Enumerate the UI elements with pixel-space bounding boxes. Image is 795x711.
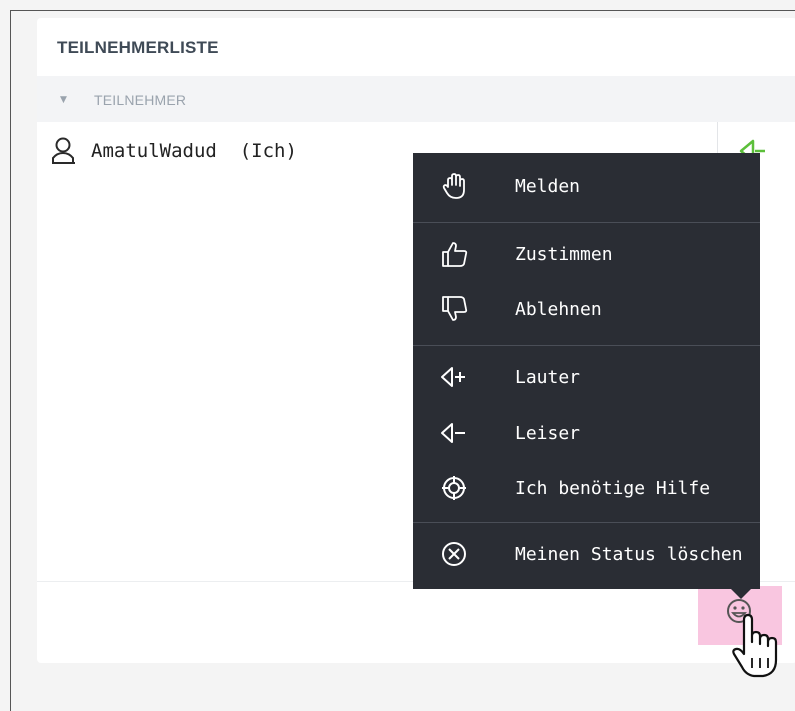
caret-down-icon[interactable]: ▼ — [60, 95, 67, 105]
menu-pointer — [730, 588, 752, 599]
volume-up-icon — [441, 367, 465, 387]
menu-item-label: Meinen Status löschen — [515, 543, 743, 565]
menu-item-raise-hand[interactable]: Melden — [413, 161, 760, 211]
lifebuoy-icon — [442, 476, 466, 500]
section-header-participants[interactable]: ▼ TEILNEHMER — [37, 76, 795, 122]
thumbs-down-icon — [442, 296, 468, 321]
menu-item-disagree[interactable]: Ablehnen — [413, 284, 760, 334]
menu-item-label: Melden — [515, 175, 581, 197]
volume-down-icon — [441, 423, 465, 443]
menu-divider — [413, 522, 760, 523]
menu-item-label: Lauter — [515, 366, 581, 388]
menu-item-louder[interactable]: Lauter — [413, 352, 760, 402]
panel-title: TEILNEHMERLISTE — [57, 38, 219, 57]
section-label: TEILNEHMER — [94, 92, 187, 108]
user-icon — [52, 137, 75, 164]
participant-row[interactable]: AmatulWadud (Ich) — [51, 136, 297, 166]
menu-item-label: Ich benötige Hilfe — [515, 477, 711, 499]
menu-divider — [413, 345, 760, 346]
menu-item-need-help[interactable]: Ich benötige Hilfe — [413, 463, 760, 513]
participant-name: AmatulWadud (Ich) — [91, 140, 297, 162]
menu-item-label: Ablehnen — [515, 298, 602, 320]
clear-status-icon — [442, 542, 466, 566]
raise-hand-icon — [442, 173, 465, 199]
menu-divider — [413, 222, 760, 223]
menu-item-label: Leiser — [515, 422, 581, 444]
menu-item-agree[interactable]: Zustimmen — [413, 229, 760, 279]
hand-cursor-icon — [732, 613, 778, 678]
menu-item-label: Zustimmen — [515, 243, 613, 265]
status-menu: Melden Zustimmen Ablehnen Lauter Leiser — [413, 153, 760, 589]
thumbs-up-icon — [442, 242, 468, 267]
menu-item-clear-status[interactable]: Meinen Status löschen — [413, 529, 760, 579]
menu-item-quieter[interactable]: Leiser — [413, 408, 760, 458]
